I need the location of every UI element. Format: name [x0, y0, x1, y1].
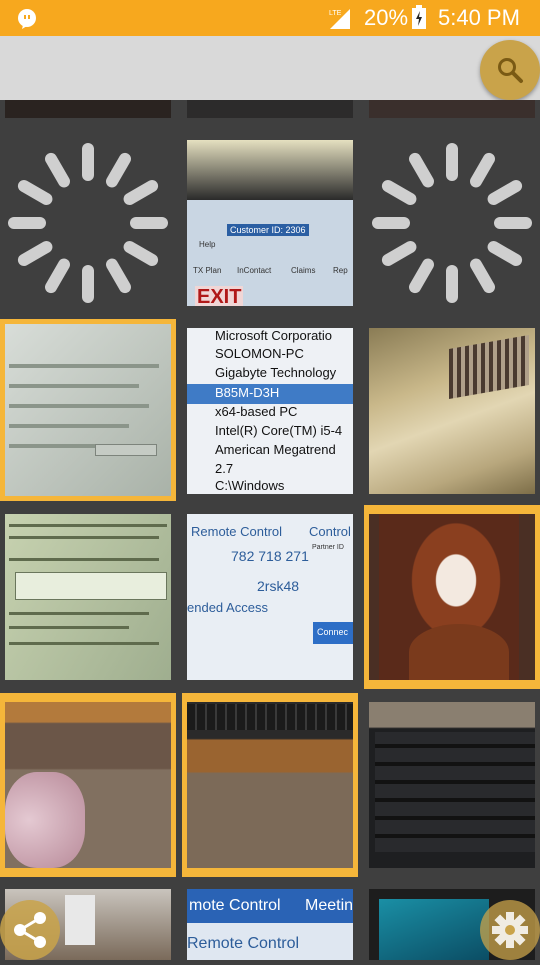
thumb-meeting: Meetin: [305, 897, 353, 914]
thumb-partner: Partner ID: [312, 544, 344, 551]
chat-notification-icon: [18, 9, 36, 29]
loading-spinner-icon: [8, 143, 168, 303]
thumb-control: Control: [309, 524, 351, 539]
photo-thumbnail-selected[interactable]: [182, 693, 358, 877]
thumb-tab: InContact: [237, 266, 272, 275]
clock: 5:40 PM: [438, 5, 520, 30]
share-icon: [14, 912, 46, 948]
photo-thumbnail[interactable]: Microsoft Corporatio SOLOMON-PC Gigabyte…: [187, 328, 353, 494]
photo-thumbnail-selected[interactable]: [0, 319, 176, 501]
thumb-tab: Claims: [291, 266, 316, 275]
battery-percent: 20%: [364, 5, 409, 30]
photo-thumbnail[interactable]: [5, 100, 171, 118]
photo-thumbnail[interactable]: [5, 514, 171, 680]
thumb-line: Intel(R) Core(TM) i5-4: [215, 423, 343, 438]
photo-thumbnail-selected[interactable]: [364, 505, 540, 689]
signal-icon: LTE: [329, 9, 350, 29]
thumb-connect: Connec: [317, 627, 349, 637]
photo-thumbnail[interactable]: [187, 100, 353, 118]
thumb-password: 2rsk48: [257, 578, 300, 594]
photo-thumbnail-selected[interactable]: [0, 693, 176, 877]
thumb-tab: Rep: [333, 266, 348, 275]
photo-thumbnail[interactable]: Customer ID: 2306 Help TX Plan InContact…: [187, 140, 353, 306]
thumb-tab: TX Plan: [193, 266, 222, 275]
thumb-customer-id: Customer ID: 2306: [227, 224, 309, 236]
thumb-number: 782 718 271: [231, 548, 309, 564]
thumb-line: Gigabyte Technology: [215, 365, 337, 380]
network-label: LTE: [329, 10, 342, 17]
loading-thumbnail[interactable]: [5, 140, 171, 306]
search-icon: [498, 58, 523, 83]
photo-thumbnail[interactable]: mote Control Meetin Remote Control: [187, 889, 353, 960]
thumb-exit-sign: EXIT: [195, 286, 244, 306]
settings-button[interactable]: [480, 900, 540, 960]
thumb-line: 2.7: [215, 461, 234, 476]
photo-thumbnail[interactable]: [369, 328, 535, 494]
thumb-title: mote Control: [189, 897, 281, 914]
thumb-access: ended Access: [187, 600, 268, 615]
thumb-line: Microsoft Corporatio: [215, 328, 333, 343]
thumb-remote: Remote Control: [187, 935, 300, 952]
thumb-line: American Megatrend: [215, 442, 336, 457]
status-bar: LTE 20% 5:40 PM: [0, 0, 540, 36]
gear-icon: [492, 912, 528, 948]
app-toolbar: [0, 36, 540, 100]
loading-thumbnail[interactable]: [369, 140, 535, 306]
share-button[interactable]: [0, 900, 60, 960]
loading-spinner-icon: [372, 143, 532, 303]
thumb-line: SOLOMON-PC: [215, 346, 304, 361]
thumb-line: B85M-D3H: [215, 385, 280, 400]
thumb-help: Help: [199, 240, 216, 249]
photo-thumbnail[interactable]: [369, 702, 535, 868]
thumb-line: x64-based PC: [215, 404, 298, 419]
search-button[interactable]: [480, 40, 540, 100]
photo-thumbnail[interactable]: [369, 100, 535, 118]
battery-charging-icon: [412, 5, 426, 29]
thumb-title: Remote Control: [191, 524, 283, 539]
thumb-line: C:\Windows: [215, 478, 285, 493]
photo-thumbnail[interactable]: Remote Control Control Partner ID 782 71…: [187, 514, 353, 680]
